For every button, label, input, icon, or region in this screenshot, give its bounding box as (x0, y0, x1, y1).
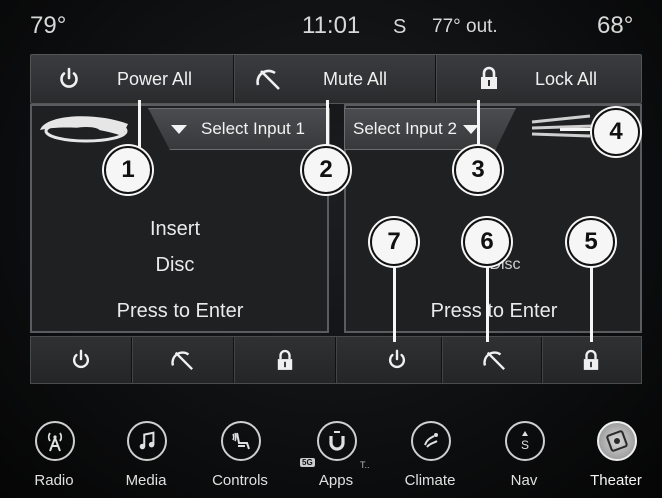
status-bar: 79° 11:01 S 77° out. 68° (0, 0, 662, 48)
left-power-button[interactable] (31, 337, 131, 383)
select-input-1-label: Select Input 1 (201, 119, 305, 138)
chevron-down-icon (171, 124, 187, 134)
mute-icon (255, 67, 283, 91)
lock-all-label: Lock All (535, 69, 598, 89)
clock: 11:01 (302, 12, 361, 39)
insert-text: Insert (149, 218, 201, 240)
film-reel-icon (597, 421, 637, 461)
select-input-1-dropdown[interactable]: Select Input 1 (148, 108, 330, 150)
bluray-disc-icon (36, 110, 136, 150)
driver-temp[interactable]: 79° (30, 12, 66, 40)
divider (233, 337, 234, 383)
nav-nav[interactable]: S Nav (484, 418, 564, 498)
lock-all-button[interactable]: Lock All (437, 55, 641, 103)
nav-theater[interactable]: Theater (576, 418, 656, 498)
press-to-enter-left[interactable]: Press to Enter (60, 300, 300, 323)
lock-icon (583, 349, 599, 370)
callout-5-leader (590, 262, 593, 342)
per-screen-controls-bar (30, 336, 642, 384)
compass-s-icon: S (505, 421, 545, 461)
uconnect-screen: 79° 11:01 S 77° out. 68° Power All Mute … (0, 0, 662, 498)
apps-5g-badge: 5G (300, 458, 315, 467)
nav-apps-label: Apps (318, 472, 354, 489)
power-icon (72, 349, 90, 369)
divider (233, 55, 234, 103)
callout-1-leader (138, 100, 141, 150)
callout-4: 4 (592, 108, 640, 156)
callout-4-leader (560, 128, 592, 131)
right-power-button[interactable] (347, 337, 447, 383)
power-all-label: Power All (117, 69, 193, 89)
compass-heading: S (393, 16, 407, 38)
mute-icon (171, 351, 194, 371)
right-lock-button[interactable] (541, 337, 641, 383)
nav-radio[interactable]: Radio (14, 418, 94, 498)
divider (131, 337, 132, 383)
nav-nav-label: Nav (510, 472, 538, 489)
mute-all-button[interactable]: Mute All (235, 55, 435, 103)
mute-icon (483, 351, 506, 371)
nav-controls[interactable]: Controls (200, 418, 280, 498)
power-icon (57, 67, 81, 91)
mute-all-label: Mute All (323, 69, 388, 89)
climate-icon (411, 421, 451, 461)
outside-temp: 77° out. (432, 16, 498, 37)
callout-3: 3 (454, 146, 502, 194)
disc-text: Disc (155, 254, 195, 276)
controls-seat-icon (221, 421, 261, 461)
callout-7: 7 (370, 218, 418, 266)
apps-u-icon (317, 421, 357, 461)
nav-media-label: Media (125, 472, 167, 489)
power-icon (388, 349, 406, 369)
callout-7-leader (393, 262, 396, 342)
callout-3-leader (477, 100, 480, 150)
nav-controls-label: Controls (212, 472, 268, 489)
right-mute-button[interactable] (445, 337, 545, 383)
nav-theater-label: Theater (590, 472, 642, 489)
callout-2: 2 (302, 146, 350, 194)
lock-icon (277, 349, 293, 370)
left-lock-button[interactable] (235, 337, 335, 383)
callout-6: 6 (463, 218, 511, 266)
nav-media[interactable]: Media (106, 418, 186, 498)
press-to-enter-right[interactable]: Press to Enter (384, 300, 604, 323)
global-controls-bar: Power All Mute All Lock All (30, 54, 642, 104)
power-all-button[interactable]: Power All (31, 55, 233, 103)
select-input-2-dropdown[interactable]: Select Input 2 (344, 108, 516, 150)
radio-icon (35, 421, 75, 461)
bottom-nav-bar: Radio Media Controls 5G T.. Apps Climate… (0, 418, 662, 498)
callout-5: 5 (567, 218, 615, 266)
select-input-2-label: Select Input 2 (353, 119, 457, 138)
callout-2-leader (326, 100, 329, 150)
lock-icon (479, 66, 499, 90)
divider (441, 337, 442, 383)
nav-climate-label: Climate (404, 472, 456, 489)
callout-6-leader (486, 262, 489, 342)
divider (335, 337, 336, 383)
music-note-icon (127, 421, 167, 461)
apps-ellipsis: T.. (360, 460, 370, 470)
svg-text:S: S (521, 438, 529, 452)
callout-1: 1 (104, 146, 152, 194)
divider (435, 55, 436, 103)
nav-climate[interactable]: Climate (390, 418, 470, 498)
nav-radio-label: Radio (34, 472, 74, 489)
nav-apps[interactable]: 5G T.. Apps (296, 418, 376, 498)
passenger-temp[interactable]: 68° (597, 12, 633, 40)
left-mute-button[interactable] (133, 337, 233, 383)
